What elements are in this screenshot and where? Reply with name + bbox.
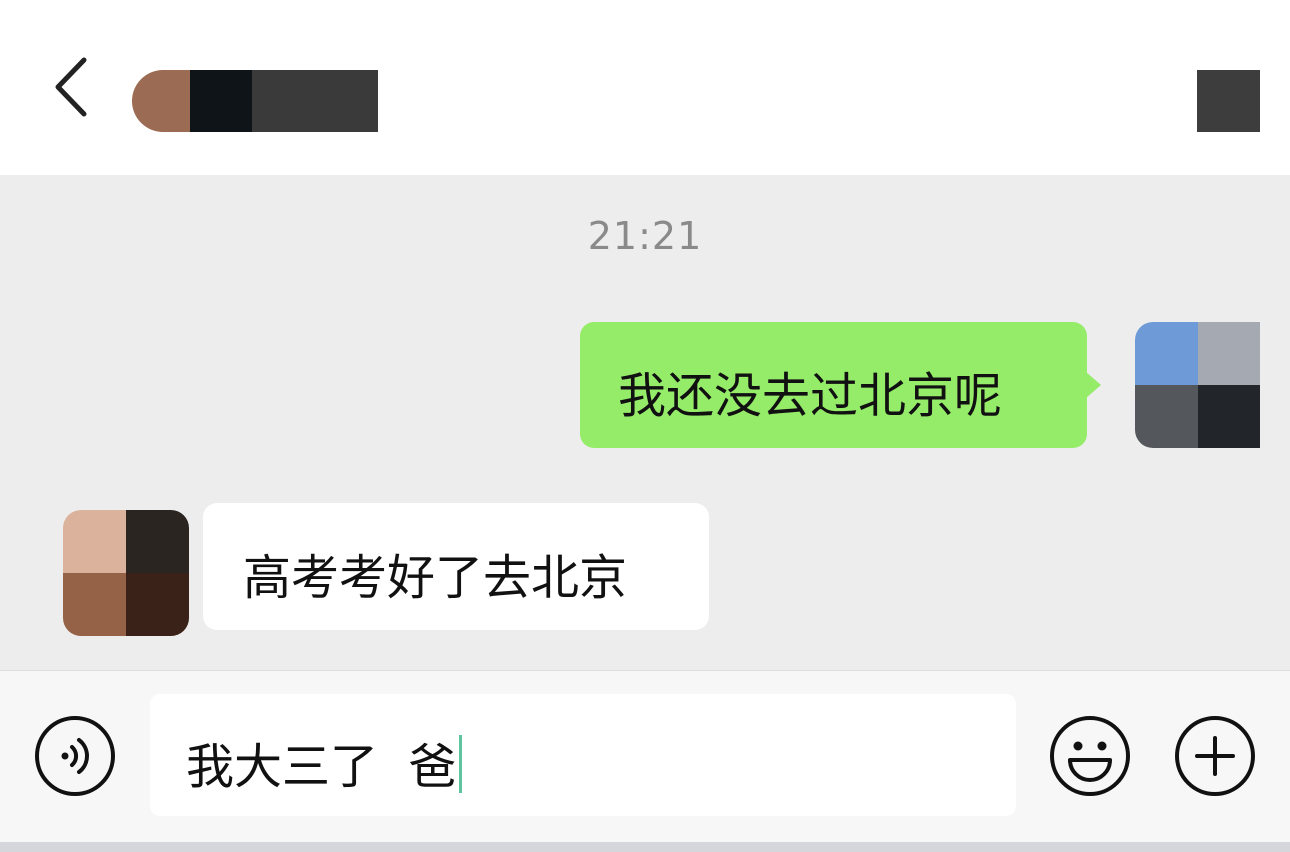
contact-name-redacted [190, 70, 252, 132]
back-button[interactable] [48, 52, 98, 122]
message-input-value: 我大三了 爸 [186, 727, 462, 797]
message-timestamp: 21:21 [587, 214, 703, 258]
more-button[interactable] [1197, 70, 1260, 132]
plus-icon [1175, 716, 1255, 796]
my-avatar[interactable] [1135, 322, 1260, 448]
message-text: 高考考好了去北京 [243, 550, 628, 606]
emoji-button[interactable] [1048, 714, 1132, 798]
incoming-message-bubble[interactable]: 高考考好了去北京 [203, 503, 709, 630]
contact-avatar[interactable] [132, 70, 194, 132]
message-input[interactable]: 我大三了 爸 [150, 694, 1016, 816]
text-caret [458, 735, 462, 793]
message-text: 我还没去过北京呢 [618, 368, 1003, 424]
voice-input-button[interactable] [33, 714, 117, 798]
bottom-divider [0, 842, 1290, 852]
chat-header [0, 0, 1290, 175]
outgoing-message-bubble[interactable]: 我还没去过北京呢 [580, 322, 1101, 448]
voice-icon [35, 716, 115, 796]
chevron-left-icon [55, 57, 87, 117]
contact-name-redacted-2 [252, 70, 378, 132]
bubble-tail [1086, 372, 1101, 398]
more-functions-button[interactable] [1173, 714, 1257, 798]
emoji-icon [1050, 716, 1130, 796]
contact-message-avatar[interactable] [63, 510, 189, 636]
